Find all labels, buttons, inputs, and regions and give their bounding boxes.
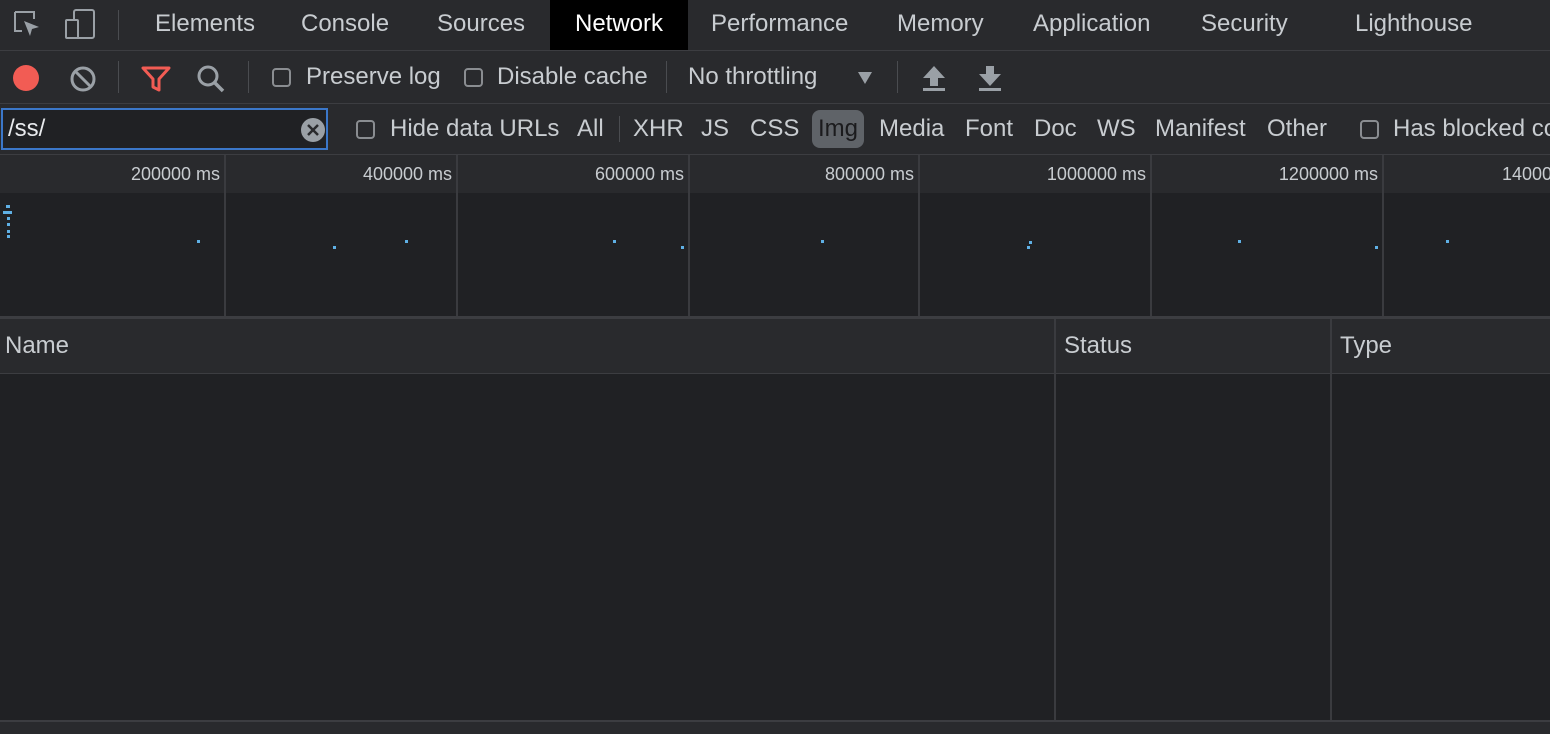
tab-lighthouse[interactable]: Lighthouse bbox=[1355, 0, 1472, 50]
request-marker bbox=[1446, 240, 1449, 243]
column-divider[interactable] bbox=[1330, 319, 1332, 721]
divider bbox=[118, 61, 119, 93]
type-filter-manifest[interactable]: Manifest bbox=[1155, 104, 1246, 154]
type-filter-doc[interactable]: Doc bbox=[1034, 104, 1077, 154]
clear-filter-icon[interactable] bbox=[300, 117, 326, 143]
tab-performance[interactable]: Performance bbox=[711, 0, 848, 50]
tab-security[interactable]: Security bbox=[1201, 0, 1288, 50]
request-marker bbox=[1029, 241, 1032, 244]
type-filter-media[interactable]: Media bbox=[879, 104, 944, 154]
hide-data-urls-checkbox[interactable] bbox=[356, 120, 375, 139]
column-divider[interactable] bbox=[1054, 319, 1056, 721]
import-har-icon[interactable] bbox=[921, 64, 947, 92]
divider bbox=[118, 10, 119, 40]
has-blocked-cookies-label: Has blocked cookies bbox=[1393, 115, 1550, 142]
tick-label: 800000 ms bbox=[824, 164, 914, 184]
grid-line bbox=[456, 155, 458, 316]
chevron-down-icon[interactable] bbox=[857, 71, 873, 85]
preserve-log-checkbox[interactable] bbox=[272, 68, 291, 87]
tab-application[interactable]: Application bbox=[1033, 0, 1150, 50]
network-toolbar: Preserve log Disable cache No throttling bbox=[0, 51, 1550, 104]
divider bbox=[248, 61, 249, 93]
grid-line bbox=[1150, 155, 1152, 316]
divider bbox=[666, 61, 667, 93]
request-marker bbox=[333, 246, 336, 249]
tick-label: 600000 ms bbox=[594, 164, 684, 184]
type-filter-ws[interactable]: WS bbox=[1097, 104, 1136, 154]
tab-network[interactable]: Network bbox=[550, 0, 688, 50]
devtools-tab-bar: Elements Console Sources Network Perform… bbox=[0, 0, 1550, 51]
request-marker bbox=[1375, 246, 1378, 249]
type-filter-js[interactable]: JS bbox=[701, 104, 729, 154]
filter-bar: Hide data URLs All XHR JS CSS Img Media … bbox=[0, 104, 1550, 155]
network-overview[interactable]: 200000 ms 400000 ms 600000 ms 800000 ms … bbox=[0, 155, 1550, 316]
request-marker bbox=[1238, 240, 1241, 243]
column-header-type[interactable]: Type bbox=[1340, 319, 1392, 373]
grid-line bbox=[918, 155, 920, 316]
request-marker bbox=[3, 211, 12, 214]
search-icon[interactable] bbox=[196, 64, 226, 94]
tab-sources[interactable]: Sources bbox=[437, 0, 525, 50]
throttling-select[interactable]: No throttling bbox=[688, 51, 817, 103]
tick-label: 400000 ms bbox=[362, 164, 452, 184]
request-table: Name Status Type bbox=[0, 319, 1550, 721]
divider bbox=[897, 61, 898, 93]
tab-elements[interactable]: Elements bbox=[155, 0, 255, 50]
grid-line bbox=[224, 155, 226, 316]
tab-console[interactable]: Console bbox=[301, 0, 389, 50]
tick-label: 1000000 ms bbox=[1046, 164, 1146, 184]
request-marker bbox=[197, 240, 200, 243]
inspect-element-icon[interactable] bbox=[12, 9, 42, 39]
grid-line bbox=[688, 155, 690, 316]
request-marker bbox=[7, 217, 10, 220]
filter-input[interactable] bbox=[1, 108, 328, 150]
request-marker bbox=[821, 240, 824, 243]
disable-cache-label: Disable cache bbox=[497, 63, 648, 90]
request-marker bbox=[613, 240, 616, 243]
type-filter-xhr[interactable]: XHR bbox=[633, 104, 684, 154]
disable-cache-checkbox[interactable] bbox=[464, 68, 483, 87]
grid-line bbox=[1382, 155, 1384, 316]
request-marker bbox=[6, 205, 10, 208]
tab-memory[interactable]: Memory bbox=[897, 0, 984, 50]
clear-icon[interactable] bbox=[69, 65, 97, 93]
type-filter-css[interactable]: CSS bbox=[750, 104, 799, 154]
record-button[interactable] bbox=[12, 64, 40, 92]
preserve-log-label: Preserve log bbox=[306, 63, 441, 90]
filter-icon[interactable] bbox=[141, 65, 171, 93]
request-marker bbox=[7, 230, 10, 233]
table-header: Name Status Type bbox=[0, 319, 1550, 374]
tick-label: 200000 ms bbox=[130, 164, 220, 184]
hide-data-urls-label: Hide data URLs bbox=[390, 115, 560, 142]
type-filter-all[interactable]: All bbox=[577, 104, 604, 154]
type-filter-img[interactable]: Img bbox=[812, 110, 865, 148]
request-marker bbox=[1027, 246, 1030, 249]
request-marker bbox=[7, 223, 10, 226]
export-har-icon[interactable] bbox=[977, 64, 1003, 92]
type-filter-other[interactable]: Other bbox=[1267, 104, 1327, 154]
request-marker bbox=[7, 235, 10, 238]
type-filter-font[interactable]: Font bbox=[965, 104, 1013, 154]
request-marker bbox=[681, 246, 684, 249]
has-blocked-cookies-checkbox[interactable] bbox=[1360, 120, 1379, 139]
divider bbox=[619, 116, 620, 142]
request-marker bbox=[405, 240, 408, 243]
tick-label: 1400000 ms bbox=[1502, 164, 1550, 184]
device-toolbar-icon[interactable] bbox=[64, 8, 98, 40]
tick-label: 1200000 ms bbox=[1278, 164, 1378, 184]
column-header-status[interactable]: Status bbox=[1064, 319, 1132, 373]
column-header-name[interactable]: Name bbox=[5, 319, 69, 373]
